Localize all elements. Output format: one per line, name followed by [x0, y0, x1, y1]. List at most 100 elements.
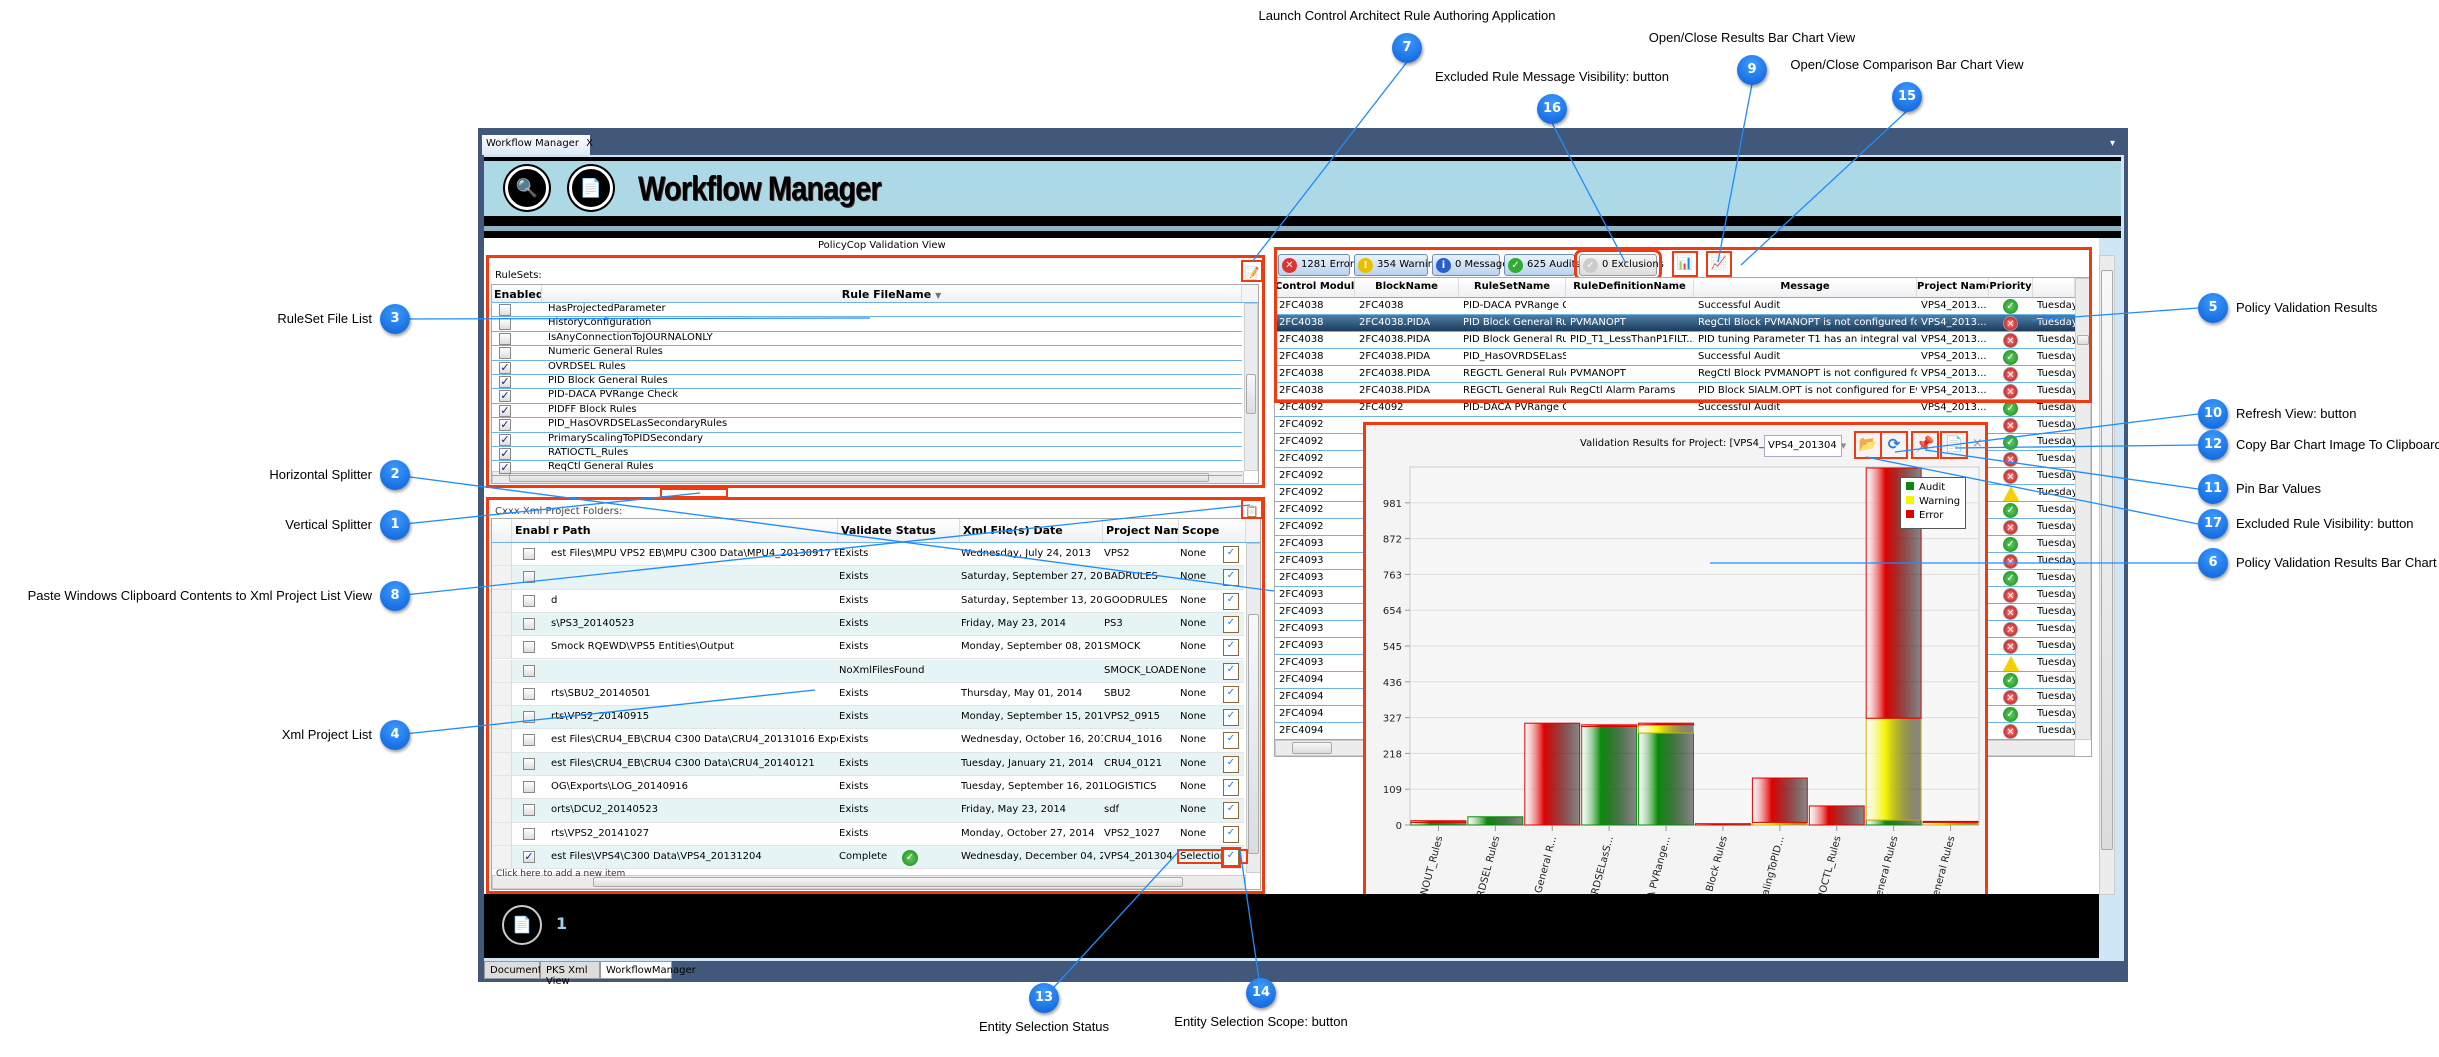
enable-checkbox[interactable]	[523, 734, 535, 747]
rule-document-icon[interactable]: 📄	[569, 166, 613, 210]
enable-checkbox[interactable]	[523, 641, 535, 654]
results-vertical-scrollbar[interactable]	[2075, 278, 2091, 740]
results-row[interactable]: 2FC4038 2FC4038.PIDA PID_HasOVRDSELasSecon…	[1275, 349, 2075, 366]
enabled-checkbox[interactable]: ✓	[499, 462, 511, 475]
ruleset-row[interactable]: ✓ ReqCtl General Rules	[492, 461, 1242, 476]
xml-project-row[interactable]: ✓ est Files\VPS4\C300 Data\VPS4_20131204 C…	[492, 845, 1248, 870]
enable-checkbox[interactable]: ✓	[523, 850, 535, 863]
ruleset-row[interactable]: ✓ PIDFF Block Rules	[492, 404, 1242, 419]
entity-scope-button[interactable]: ✓	[1223, 615, 1239, 633]
enable-checkbox[interactable]	[523, 687, 535, 700]
filter-warning[interactable]: ! 354 Warnings	[1354, 254, 1446, 276]
ruleset-row[interactable]: ✓ RATIOCTL_Rules	[492, 447, 1242, 462]
ruleset-row[interactable]: ✓ PID Block General Rules	[492, 375, 1242, 390]
entity-scope-button[interactable]: ✓	[1223, 755, 1239, 773]
launch-control-architect-button[interactable]: 📝	[1241, 260, 1263, 282]
entity-scope-button[interactable]: ✓	[1223, 546, 1239, 563]
enable-checkbox[interactable]	[523, 664, 535, 677]
ruleset-row[interactable]: ✓ OVRDSEL Rules	[492, 361, 1242, 375]
enabled-checkbox[interactable]: ✓	[499, 419, 511, 432]
tab-workflow-manager[interactable]: Workflow Manager X	[482, 135, 593, 155]
xml-project-row[interactable]: rts\VPS2_20140915 Exists Monday, September…	[492, 706, 1244, 730]
footer-document-icon[interactable]: 📄	[502, 905, 542, 945]
xml-col-validate-status[interactable]: Validate Status	[838, 519, 960, 542]
entity-scope-button[interactable]: ✓	[1223, 592, 1239, 610]
entity-scope-button[interactable]: ✓	[1223, 569, 1239, 587]
filter-info[interactable]: i0 Messages	[1432, 254, 1514, 276]
xml-project-row[interactable]: Exists Saturday, September 27, 2014 BADRUL…	[492, 566, 1244, 590]
ruleset-row[interactable]: ✓ PID-DACA PVRange Check	[492, 389, 1242, 404]
results-row[interactable]: 2FC4038 2FC4038.PIDA PID Block General Rul…	[1275, 332, 2075, 349]
results-col-priority[interactable]: Priority	[1989, 278, 2033, 297]
entity-scope-button[interactable]: ✓	[1223, 802, 1239, 820]
enable-checkbox[interactable]	[523, 781, 535, 793]
filter-error[interactable]: ✕ 1281 Errors	[1278, 254, 1359, 276]
enabled-checkbox[interactable]: ✓	[499, 376, 511, 388]
entity-scope-button[interactable]: ✓	[1223, 732, 1239, 750]
policycop-logo-icon[interactable]: 🔍	[505, 166, 549, 210]
ruleset-row[interactable]: HasProjectedParameter	[492, 303, 1242, 318]
enabled-checkbox[interactable]: ✓	[499, 390, 511, 403]
entity-scope-button[interactable]: ✓	[1223, 685, 1239, 703]
enabled-checkbox[interactable]	[499, 304, 511, 316]
xml-project-row[interactable]: OG\Exports\LOG_20140916 Exists Tuesday, Se…	[492, 776, 1244, 800]
tab-close-button[interactable]: X	[586, 138, 593, 149]
results-row[interactable]: 2FC4038 2FC4038 PID-DACA PVRange Check Succ…	[1275, 298, 2075, 315]
enabled-checkbox[interactable]: ✓	[499, 361, 511, 374]
open-comparison-chart-button[interactable]: 📈	[1706, 251, 1732, 277]
results-col-blockname[interactable]: BlockName	[1355, 278, 1459, 297]
ruleset-row[interactable]: Numeric General Rules	[492, 346, 1242, 361]
xml-project-row[interactable]: Smock RQEWD\VPS5 Entities\Output Exists Mo…	[492, 636, 1244, 660]
xml-project-row[interactable]: orts\DCU2_20140523 Exists Friday, May 23, …	[492, 799, 1244, 823]
entity-scope-button[interactable]: ✓	[1223, 779, 1239, 796]
xml-project-row[interactable]: est Files\CRU4_EB\CRU4 C300 Data\CRU4_20…	[492, 729, 1244, 753]
filter-exclusion[interactable]: ✓ 0 Exclusions	[1574, 249, 1664, 281]
xml-project-row[interactable]: NoXmlFilesFound SMOCK_LOADED None ✓	[492, 659, 1244, 683]
col-rule-filename[interactable]: Rule FileName ▼	[542, 285, 1242, 302]
results-col-rulesetname[interactable]: RuleSetName	[1459, 278, 1566, 297]
ruleset-vertical-scrollbar[interactable]	[1244, 303, 1258, 471]
col-enabled[interactable]: Enabled	[492, 285, 542, 302]
bottom-tab-pks-xml-view[interactable]: PKS Xml View	[540, 961, 600, 987]
enable-checkbox[interactable]	[523, 827, 535, 840]
enable-checkbox[interactable]	[523, 548, 535, 560]
results-row[interactable]: 2FC4038 2FC4038.PIDA PID Block General Rul…	[1275, 315, 2075, 332]
enable-checkbox[interactable]	[523, 804, 535, 817]
xml-col-r-path[interactable]: r Path	[550, 519, 838, 542]
entity-scope-button[interactable]: ✓	[1221, 846, 1241, 868]
results-row[interactable]: 2FC4092 2FC4092 PID-DACA PVRange Check Succ…	[1275, 400, 2075, 417]
xml-project-row[interactable]: rts\VPS2_20141027 Exists Monday, October 2…	[492, 822, 1244, 846]
enabled-checkbox[interactable]: ✓	[499, 404, 511, 417]
results-col-message[interactable]: Message	[1694, 278, 1917, 297]
add-new-item-row[interactable]: Click here to add a new item	[496, 869, 625, 879]
xml-col-project-name[interactable]: Project Name	[1103, 519, 1179, 542]
enabled-checkbox[interactable]: ✓	[499, 448, 511, 460]
paste-clipboard-button[interactable]: 📋	[1241, 499, 1263, 519]
enable-checkbox[interactable]	[523, 594, 535, 607]
results-row[interactable]: 2FC4038 2FC4038.PIDA REGCTL General Rules R…	[1275, 383, 2075, 400]
enabled-checkbox[interactable]	[499, 332, 511, 345]
bottom-tab-documents[interactable]: Documents	[484, 961, 547, 979]
results-row[interactable]: 2FC4038 2FC4038.PIDA REGCTL General Rules P…	[1275, 366, 2075, 383]
results-col-date[interactable]	[2033, 278, 2075, 297]
ruleset-row[interactable]: HistoryConfiguration	[492, 317, 1242, 332]
xml-project-row[interactable]: est Files\MPU VPS2 EB\MPU C300 Data\MPU4…	[492, 543, 1244, 567]
enable-checkbox[interactable]	[523, 571, 535, 584]
results-col-ruledefinitionname[interactable]: RuleDefinitionName	[1566, 278, 1694, 297]
xml-project-row[interactable]: rts\SBU2_20140501 Exists Thursday, May 01,…	[492, 682, 1244, 707]
entity-scope-button[interactable]: ✓	[1223, 825, 1239, 843]
entity-scope-button[interactable]: ✓	[1223, 662, 1239, 680]
enabled-checkbox[interactable]	[499, 318, 511, 331]
xml-vertical-scrollbar[interactable]	[1246, 543, 1260, 873]
filter-audit[interactable]: ✓ 625 Audits	[1504, 254, 1581, 276]
bottom-tab-workflowmanager[interactable]: WorkflowManager	[600, 961, 696, 979]
xml-col-scope[interactable]: Scope	[1179, 519, 1246, 542]
results-col-project-name[interactable]: Project Name	[1917, 278, 1989, 297]
enable-checkbox[interactable]	[523, 757, 535, 770]
ruleset-row[interactable]: ✓ PID_HasOVRDSELasSecondaryRules	[492, 418, 1242, 433]
xml-project-row[interactable]: est Files\CRU4_EB\CRU4 C300 Data\CRU4_20…	[492, 752, 1244, 776]
ruleset-row[interactable]: ✓ PrimaryScalingToPIDSecondary	[492, 433, 1242, 447]
xml-project-row[interactable]: s\PS3_20140523 Exists Friday, May 23, 2014…	[492, 612, 1244, 637]
enable-checkbox[interactable]	[523, 711, 535, 724]
entity-scope-button[interactable]: ✓	[1223, 639, 1239, 657]
